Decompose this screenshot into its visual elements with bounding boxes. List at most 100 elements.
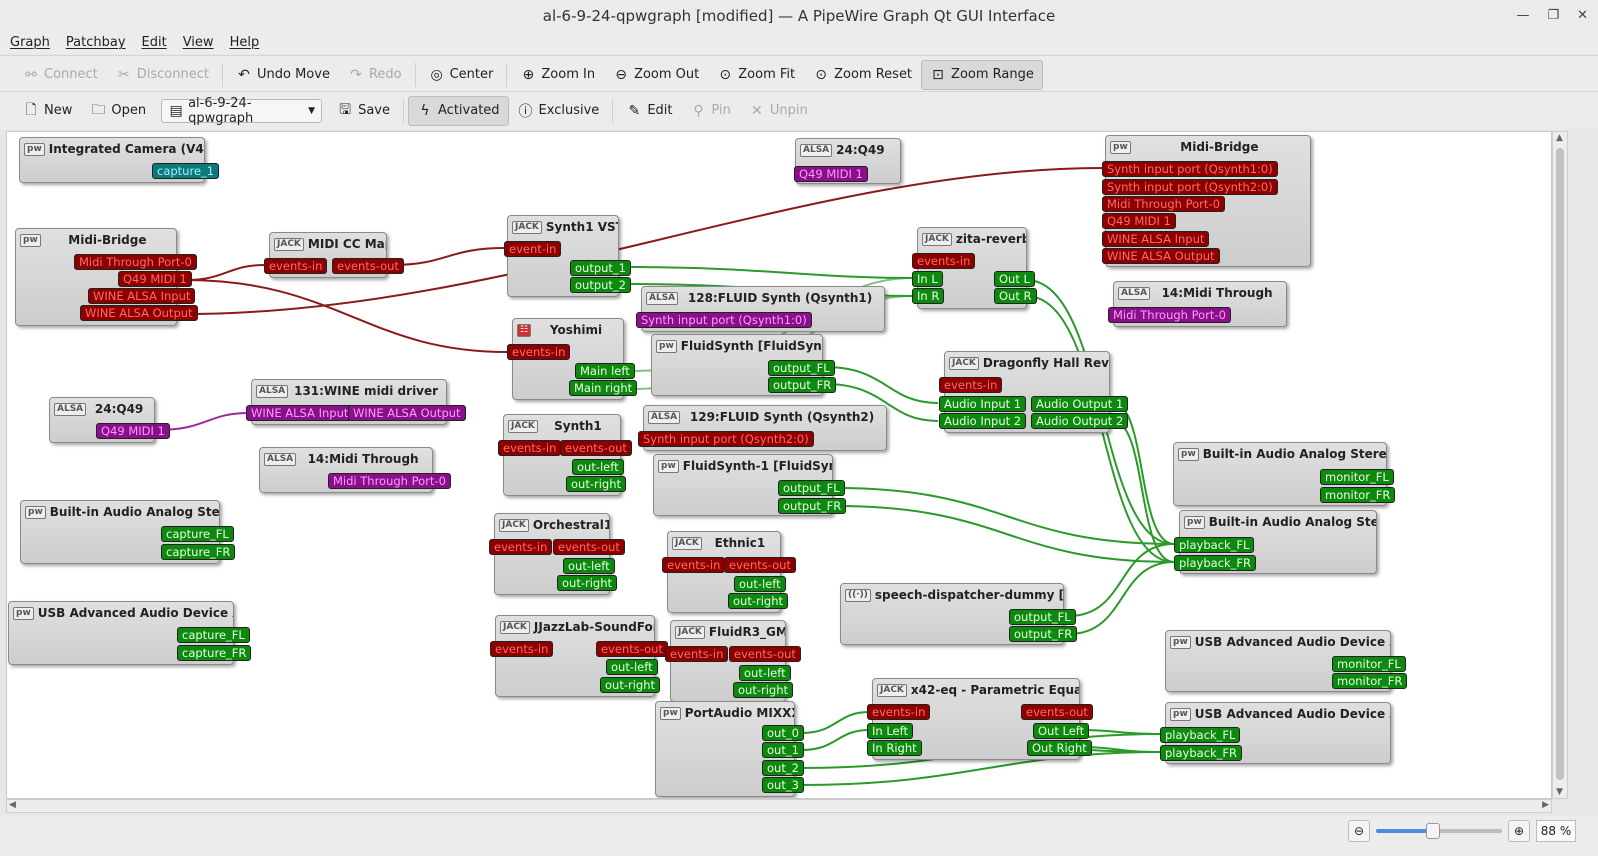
port-wine-alsa-input[interactable]: WINE ALSA Input — [88, 288, 196, 304]
save-button[interactable]: 🖫 Save — [328, 96, 399, 126]
port-audio-input-1[interactable]: Audio Input 1 — [939, 396, 1027, 412]
port-events-in[interactable]: events-in — [665, 646, 729, 662]
node-fluidsynth-1[interactable]: pwFluidSynth-1 [FluidSynth] output_FL ou… — [653, 454, 847, 516]
port-main-right[interactable]: Main right — [569, 380, 638, 396]
node-integrated-camera[interactable]: pwIntegrated Camera (V4L2) capture_1 — [19, 137, 220, 183]
node-usb-audio-monitor[interactable]: pwUSB Advanced Audio Device Ana... monit… — [1165, 630, 1408, 692]
port-output-fr[interactable]: output_FR — [1009, 626, 1078, 642]
port-audio-output-2[interactable]: Audio Output 2 — [1031, 413, 1129, 429]
zoom-value[interactable]: 88 % — [1536, 820, 1576, 842]
node-ethnic1[interactable]: JACK Ethnic1 events-in events-out out-lef… — [662, 531, 796, 613]
node-builtin-audio-capture[interactable]: pwBuilt-in Audio Analog Stereo capture_F… — [20, 500, 236, 564]
port-out-left[interactable]: Out Left — [1033, 723, 1090, 739]
zoom-slider[interactable] — [1376, 823, 1502, 839]
node-fluidr3-gm[interactable]: JACK FluidR3_GM events-in events-out out-… — [665, 620, 801, 702]
menu-graph[interactable]: Graph — [10, 32, 50, 54]
port-output-fr[interactable]: output_FR — [778, 498, 847, 514]
port-q49-midi[interactable]: Q49 MIDI 1 — [118, 271, 192, 287]
port-out-0[interactable]: out_0 — [762, 725, 804, 741]
unpin-button[interactable]: ✕ Unpin — [740, 96, 817, 126]
port-capture-fr[interactable]: capture_FR — [177, 645, 252, 661]
node-usb-audio-playback[interactable]: pwUSB Advanced Audio Device Ana... playb… — [1160, 702, 1391, 764]
port-out-3[interactable]: out_3 — [762, 777, 804, 793]
port-events-out[interactable]: events-out — [1021, 704, 1093, 720]
node-midi-bridge-left[interactable]: pw Midi-Bridge Midi Through Port-0 Q49 MI… — [15, 228, 198, 326]
port-events-out[interactable]: events-out — [553, 539, 625, 555]
port-q49-midi[interactable]: Q49 MIDI 1 — [1102, 213, 1176, 229]
node-midi-bridge-right[interactable]: pw Midi-Bridge Synth input port (Qsynth1:… — [1102, 135, 1311, 267]
port-events-out[interactable]: events-out — [332, 258, 404, 274]
port-wine-alsa-output[interactable]: WINE ALSA Output — [1102, 248, 1220, 264]
disconnect-button[interactable]: ✂ Disconnect — [107, 60, 218, 90]
port-capture-fl[interactable]: capture_FL — [161, 526, 234, 542]
port-midi-through[interactable]: Midi Through Port-0 — [1102, 196, 1225, 212]
port-synth-input-qsynth1[interactable]: Synth input port (Qsynth1:0) — [1102, 161, 1278, 177]
port-midi-through[interactable]: Midi Through Port-0 — [328, 473, 451, 489]
port-capture-fl[interactable]: capture_FL — [177, 627, 250, 643]
port-output-fr[interactable]: output_FR — [768, 377, 837, 393]
zoom-out-button[interactable]: ⊖ Zoom Out — [604, 60, 708, 90]
port-events-in[interactable]: events-in — [662, 557, 726, 573]
port-events-in[interactable]: events-in — [507, 344, 571, 360]
open-button[interactable]: 🗀 Open — [81, 96, 155, 126]
horizontal-scrollbar[interactable]: ◀ ▶ — [6, 799, 1552, 813]
menu-patchbay[interactable]: Patchbay — [66, 32, 126, 54]
port-capture-1[interactable]: capture_1 — [152, 163, 220, 179]
port-out-left[interactable]: out-left — [563, 558, 615, 574]
zoom-in-button[interactable]: ⊕ Zoom In — [511, 60, 604, 90]
node-orchestral1[interactable]: JACK Orchestral1 events-in events-out out… — [489, 513, 625, 595]
port-monitor-fl[interactable]: monitor_FL — [1320, 469, 1394, 485]
connect-button[interactable]: ⚯ Connect — [14, 60, 107, 90]
port-out-right[interactable]: out-right — [733, 682, 794, 698]
zoom-reset-button[interactable]: ⊙ Zoom Reset — [804, 60, 921, 90]
port-out-right[interactable]: out-right — [566, 476, 627, 492]
port-wine-alsa-input[interactable]: WINE ALSA Input — [246, 405, 354, 421]
port-monitor-fr[interactable]: monitor_FR — [1320, 487, 1396, 503]
scroll-right-icon[interactable]: ▶ — [1542, 800, 1549, 810]
vertical-scrollbar[interactable]: ▲ ▼ — [1552, 131, 1568, 799]
port-out-left[interactable]: out-left — [572, 459, 624, 475]
port-events-in[interactable]: events-in — [912, 253, 976, 269]
close-icon[interactable]: ✕ — [1577, 0, 1588, 32]
graph-canvas[interactable]: pwIntegrated Camera (V4L2) capture_1 ALS… — [6, 131, 1552, 799]
redo-button[interactable]: ↷ Redo — [339, 60, 411, 90]
port-out-right[interactable]: out-right — [557, 575, 618, 591]
node-midi-through-right[interactable]: ALSA 14:Midi Through Midi Through Port-0 — [1108, 281, 1287, 327]
new-button[interactable]: 🗋 New — [14, 96, 81, 126]
port-monitor-fr[interactable]: monitor_FR — [1332, 673, 1408, 689]
center-button[interactable]: ◎ Center — [420, 60, 503, 90]
node-x42-eq[interactable]: JACKx42-eq - Parametric Equalizer... eve… — [867, 678, 1093, 760]
port-main-left[interactable]: Main left — [575, 363, 635, 379]
port-out-right[interactable]: out-right — [728, 593, 789, 609]
port-in-right[interactable]: In Right — [867, 740, 922, 756]
port-event-in[interactable]: event-in — [504, 241, 562, 257]
node-builtin-audio-playback[interactable]: pwBuilt-in Audio Analog Stereo playback_… — [1174, 510, 1377, 574]
port-out-l[interactable]: Out L — [994, 271, 1035, 287]
port-playback-fr[interactable]: playback_FR — [1174, 555, 1257, 571]
node-dragonfly-hall-reverb[interactable]: JACKDragonfly Hall Reverb events-in Audi… — [939, 351, 1129, 433]
port-playback-fr[interactable]: playback_FR — [1160, 745, 1243, 761]
port-events-out[interactable]: events-out — [729, 646, 801, 662]
activated-button[interactable]: ϟ Activated — [408, 95, 509, 126]
port-wine-alsa-input[interactable]: WINE ALSA Input — [1102, 231, 1210, 247]
port-wine-alsa-output[interactable]: WINE ALSA Output — [348, 405, 466, 421]
menu-edit[interactable]: Edit — [142, 32, 167, 54]
node-wine-midi-driver[interactable]: ALSA 131:WINE midi driver WINE ALSA Input… — [246, 379, 466, 425]
port-events-in[interactable]: events-in — [498, 440, 562, 456]
port-events-out[interactable]: events-out — [724, 557, 796, 573]
node-portaudio-mixxx[interactable]: pw PortAudio MIXXX out_0 out_1 out_2 out_… — [655, 701, 804, 797]
undo-move-button[interactable]: ↶ Undo Move — [227, 60, 339, 90]
port-q49-midi-1[interactable]: Q49 MIDI 1 — [794, 166, 868, 182]
port-events-in[interactable]: events-in — [489, 539, 553, 555]
menu-help[interactable]: Help — [230, 32, 260, 54]
port-wine-alsa-output[interactable]: WINE ALSA Output — [80, 305, 198, 321]
port-in-left[interactable]: In Left — [867, 723, 913, 739]
zoom-range-button[interactable]: ⊡ Zoom Range — [921, 59, 1043, 90]
port-events-in[interactable]: events-in — [490, 641, 554, 657]
port-output-fl[interactable]: output_FL — [1009, 609, 1076, 625]
port-synth-input-qsynth2[interactable]: Synth input port (Qsynth2:0) — [1102, 179, 1278, 195]
port-monitor-fl[interactable]: monitor_FL — [1332, 656, 1406, 672]
exclusive-button[interactable]: ⓘ Exclusive — [509, 96, 609, 126]
port-synth-input-qsynth1[interactable]: Synth input port (Qsynth1:0) — [636, 312, 812, 328]
port-synth-input-qsynth2[interactable]: Synth input port (Qsynth2:0) — [638, 431, 814, 447]
